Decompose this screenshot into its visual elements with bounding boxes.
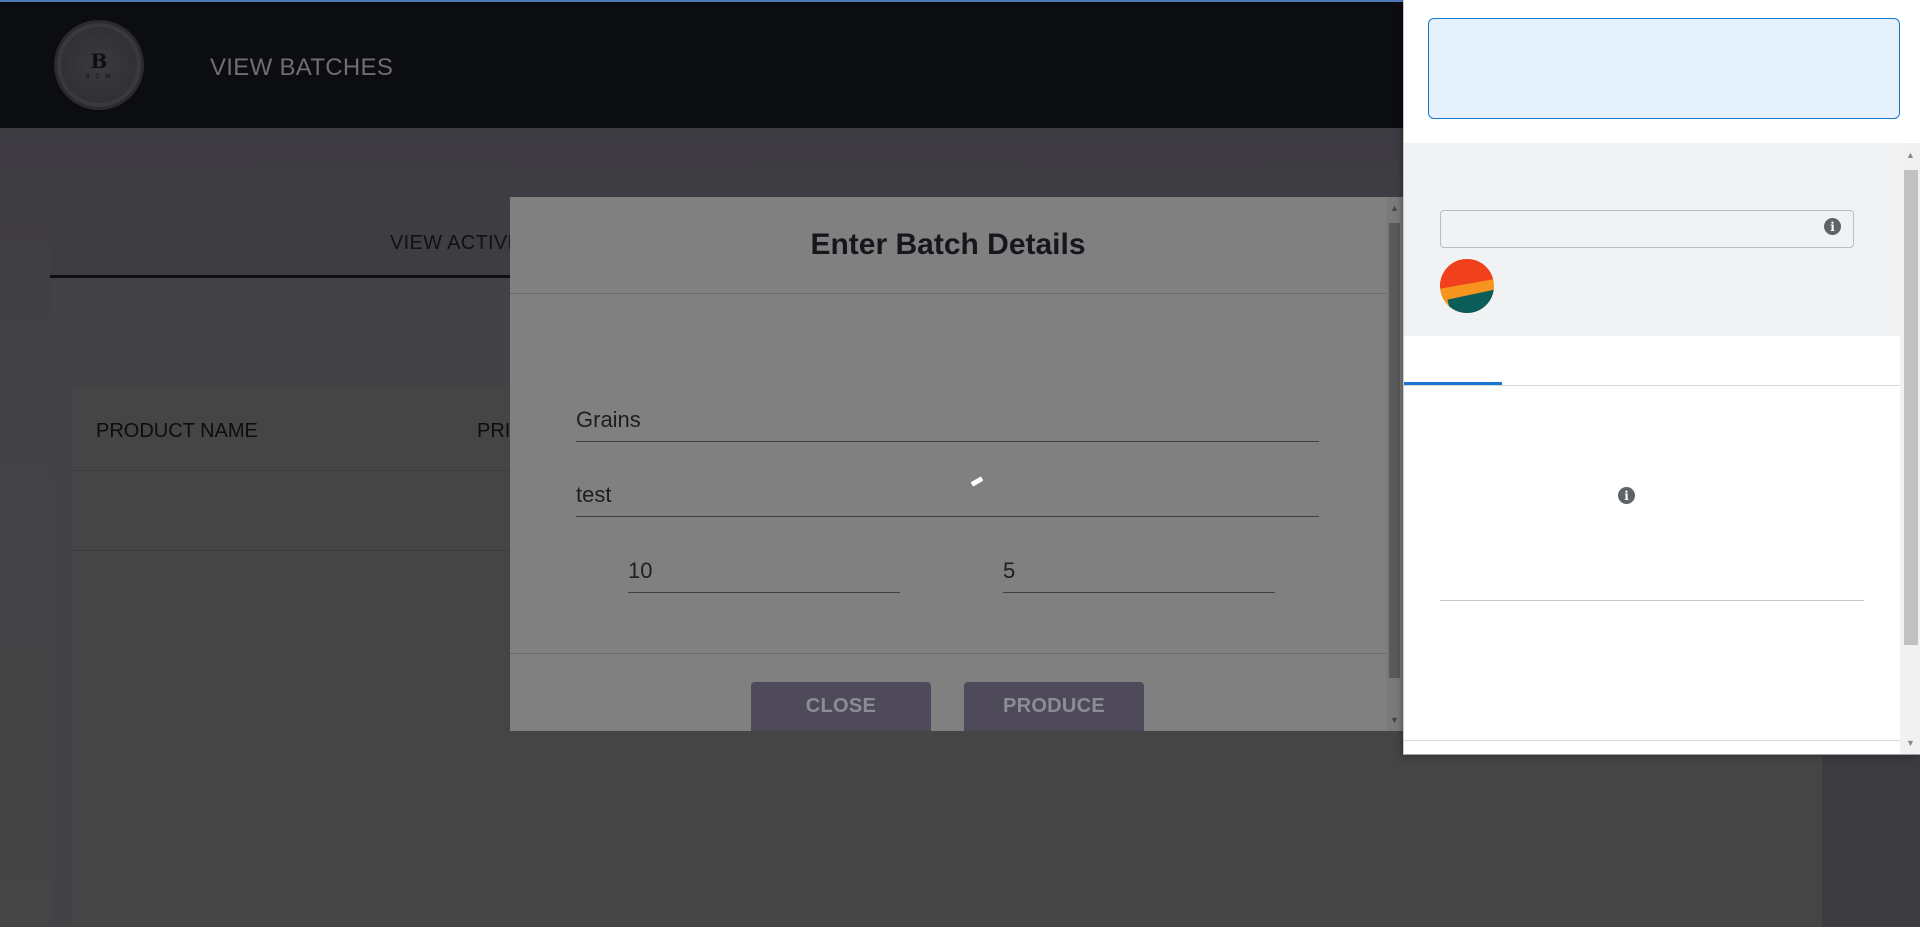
popup-scroll-down-icon[interactable]: ▼: [1906, 738, 1915, 748]
nav-link-view-batches[interactable]: VIEW BATCHES: [210, 54, 393, 82]
product-name-value: Grains: [576, 407, 641, 432]
brand-logo[interactable]: B B C M: [54, 20, 144, 110]
close-button[interactable]: CLOSE: [751, 682, 931, 731]
description-field[interactable]: test: [576, 474, 1319, 517]
price-value: 5: [1003, 558, 1016, 583]
modal-title: Enter Batch Details: [810, 228, 1086, 261]
column-header-product-name[interactable]: PRODUCT NAME: [96, 420, 258, 443]
quantity-field[interactable]: 10: [628, 558, 900, 593]
popup-scroll-thumb[interactable]: [1904, 170, 1918, 645]
modal-footer-divider: [510, 653, 1386, 654]
popup-field-underline[interactable]: [1440, 600, 1864, 601]
price-field[interactable]: 5: [1003, 558, 1275, 593]
batch-details-modal: Enter Batch Details Grains test 10 5 CLO…: [510, 197, 1403, 731]
popup-scrollbar[interactable]: ▲ ▼: [1900, 143, 1920, 754]
logo-subtext: B C M: [85, 73, 113, 80]
info-icon[interactable]: i: [1824, 218, 1841, 235]
avatar-shape-bottom: [1447, 287, 1494, 313]
info-icon[interactable]: i: [1618, 487, 1635, 504]
tab-view-active[interactable]: VIEW ACTIVE: [390, 232, 521, 255]
description-value: test: [576, 482, 612, 507]
modal-header: Enter Batch Details: [510, 197, 1386, 294]
logo-letter: B: [90, 48, 108, 73]
modal-scroll-thumb[interactable]: [1389, 223, 1400, 678]
extension-popup: i i ▲ ▼: [1403, 0, 1920, 755]
product-name-field[interactable]: Grains: [576, 402, 1319, 442]
popup-header-box[interactable]: [1428, 18, 1900, 119]
popup-scroll-up-icon[interactable]: ▲: [1906, 150, 1915, 160]
popup-tab-divider: [1404, 385, 1900, 386]
avatar-shape-top: [1440, 259, 1494, 289]
produce-button[interactable]: PRODUCE: [964, 682, 1144, 731]
scroll-up-arrow-icon[interactable]: ▲: [1390, 203, 1399, 213]
popup-select-input[interactable]: [1440, 210, 1854, 248]
quantity-value: 10: [628, 558, 653, 583]
scroll-down-arrow-icon[interactable]: ▼: [1390, 715, 1399, 725]
modal-scrollbar[interactable]: ▲ ▼: [1386, 197, 1403, 731]
account-avatar[interactable]: [1440, 259, 1494, 313]
column-header-price[interactable]: PRI: [477, 420, 510, 443]
popup-bottom-divider: [1404, 740, 1900, 741]
